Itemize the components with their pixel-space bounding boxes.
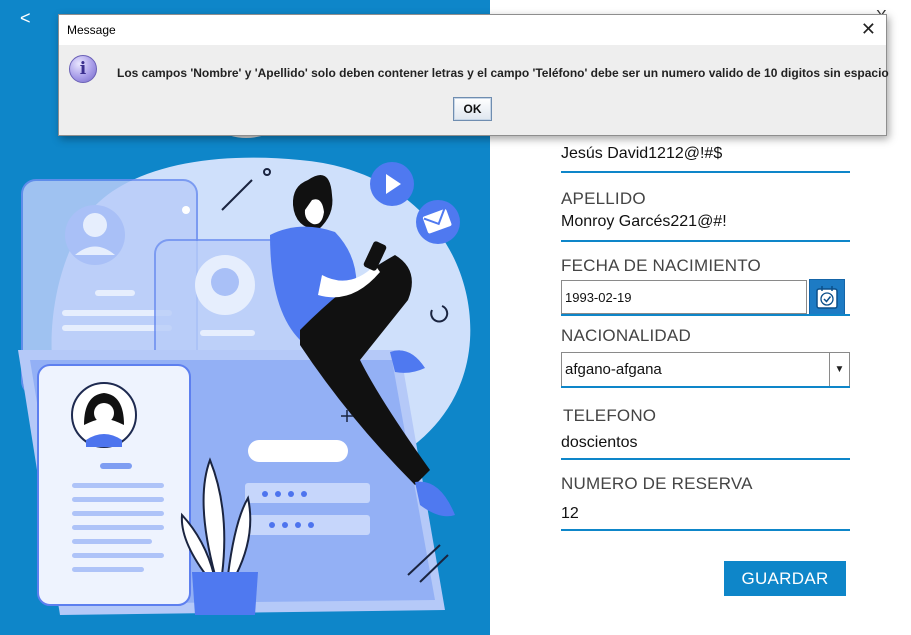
numero-reserva-label: NUMERO DE RESERVA xyxy=(561,474,753,493)
nacionalidad-underline xyxy=(561,386,850,388)
apellido-label: APELLIDO xyxy=(561,189,646,208)
dialog-message: Los campos 'Nombre' y 'Apellido' solo de… xyxy=(117,66,889,80)
info-icon: i xyxy=(69,55,97,83)
nacionalidad-select[interactable]: afgano-afgana ▼ xyxy=(561,352,850,387)
ok-button[interactable]: OK xyxy=(453,97,492,121)
telefono-label: TELEFONO xyxy=(563,406,657,425)
fecha-nacimiento-label: FECHA DE NACIMIENTO xyxy=(561,256,761,275)
calendar-icon xyxy=(816,286,838,309)
nombre-underline xyxy=(561,171,850,173)
nombre-field[interactable]: Jesús David1212@!#$ xyxy=(561,145,722,163)
fecha-nacimiento-input[interactable]: 1993-02-19 xyxy=(561,280,807,314)
telefono-field[interactable]: doscientos xyxy=(561,434,638,452)
dialog-titlebar[interactable]: Message ✕ xyxy=(59,15,886,45)
back-button[interactable]: < xyxy=(20,8,31,29)
guardar-button[interactable]: GUARDAR xyxy=(724,561,846,596)
nacionalidad-label: NACIONALIDAD xyxy=(561,326,691,345)
reserva-underline xyxy=(561,529,850,531)
calendar-picker-button[interactable] xyxy=(809,279,845,315)
numero-reserva-field[interactable]: 12 xyxy=(561,505,579,523)
chevron-down-icon[interactable]: ▼ xyxy=(829,353,849,386)
dialog-title: Message xyxy=(67,23,116,37)
telefono-underline xyxy=(561,458,850,460)
message-dialog: Message ✕ i Los campos 'Nombre' y 'Apell… xyxy=(58,14,889,136)
nacionalidad-selected-value: afgano-afgana xyxy=(565,361,662,378)
fecha-underline xyxy=(561,314,850,316)
dialog-close-icon[interactable]: ✕ xyxy=(861,19,876,40)
apellido-underline xyxy=(561,240,850,242)
apellido-field[interactable]: Monroy Garcés221@#! xyxy=(561,213,727,231)
